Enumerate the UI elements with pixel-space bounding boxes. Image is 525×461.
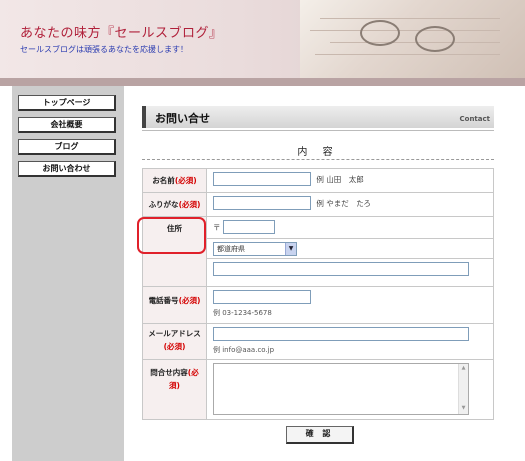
page-title: お問い合せ xyxy=(155,112,210,125)
scroll-up-icon[interactable]: ▲ xyxy=(459,365,468,373)
section-title: 内 容 xyxy=(297,147,339,158)
postal-code-input[interactable] xyxy=(222,220,275,234)
form-row-name: お名前(必須) 例 山田 太郎 xyxy=(142,168,494,193)
name-input[interactable] xyxy=(213,172,311,186)
sidebar-item-company[interactable]: 会社概要 xyxy=(18,117,116,133)
sidebar-item-contact[interactable]: お問い合わせ xyxy=(18,161,116,177)
highlight-box xyxy=(137,217,206,254)
confirm-button[interactable]: 確 認 xyxy=(286,426,354,444)
email-input[interactable] xyxy=(213,327,469,341)
scroll-down-icon[interactable]: ▼ xyxy=(459,405,468,413)
page-title-en: Contact xyxy=(459,115,491,123)
phone-input[interactable] xyxy=(213,290,311,304)
header-bar xyxy=(0,78,525,86)
form-row-phone: 電話番号(必須) 例 03-1234-5678 xyxy=(142,286,494,324)
site-title[interactable]: あなたの味方『セールスブログ』 xyxy=(20,22,223,41)
furigana-hint: 例 やまだ たろ xyxy=(316,198,371,208)
required-mark: (必須) xyxy=(163,342,186,351)
inquiry-textarea[interactable]: ▲ ▼ xyxy=(213,363,469,415)
email-label: メールアドレス (必須) xyxy=(142,323,207,360)
header-photo xyxy=(300,0,525,86)
name-label: お名前(必須) xyxy=(142,168,207,193)
required-mark: (必須) xyxy=(174,176,197,185)
page-heading: お問い合せ Contact xyxy=(142,106,494,128)
site-header: あなたの味方『セールスブログ』 セールスブログは頑張るあなたを応援します！ xyxy=(0,0,525,86)
form-row-email: メールアドレス (必須) 例 info@aaa.co.jp xyxy=(142,323,494,360)
contact-form: お名前(必須) 例 山田 太郎 ふりがな(必須) 例 やまだ たろ 住所 〒 都… xyxy=(142,168,494,420)
dashed-divider xyxy=(142,159,494,160)
site-subtitle: セールスブログは頑張るあなたを応援します！ xyxy=(20,45,188,54)
address-input[interactable] xyxy=(213,262,469,276)
form-row-furigana: ふりがな(必須) 例 やまだ たろ xyxy=(142,192,494,217)
phone-label: 電話番号(必須) xyxy=(142,286,207,324)
required-mark: (必須) xyxy=(178,200,201,209)
sidebar-item-blog[interactable]: ブログ xyxy=(18,139,116,155)
furigana-label: ふりがな(必須) xyxy=(142,192,207,217)
textarea-scrollbar[interactable]: ▲ ▼ xyxy=(458,364,468,414)
chevron-down-icon[interactable]: ▼ xyxy=(285,243,296,255)
furigana-input[interactable] xyxy=(213,196,311,210)
form-row-inquiry: 問合せ内容(必須) ▲ ▼ xyxy=(142,359,494,420)
prefecture-select[interactable]: 都道府県 ▼ xyxy=(213,242,297,256)
sidebar: トップページ 会社概要 ブログ お問い合わせ xyxy=(12,86,124,461)
heading-divider xyxy=(142,130,494,131)
phone-hint: 例 03-1234-5678 xyxy=(213,309,272,317)
postal-mark: 〒 xyxy=(213,222,221,232)
inquiry-label: 問合せ内容(必須) xyxy=(142,359,207,420)
sidebar-item-top[interactable]: トップページ xyxy=(18,95,116,111)
main-content: お問い合せ Contact 内 容 お名前(必須) 例 山田 太郎 ふりがな(必… xyxy=(124,86,515,461)
name-hint: 例 山田 太郎 xyxy=(316,174,364,184)
required-mark: (必須) xyxy=(178,296,201,305)
email-hint: 例 info@aaa.co.jp xyxy=(213,346,275,354)
